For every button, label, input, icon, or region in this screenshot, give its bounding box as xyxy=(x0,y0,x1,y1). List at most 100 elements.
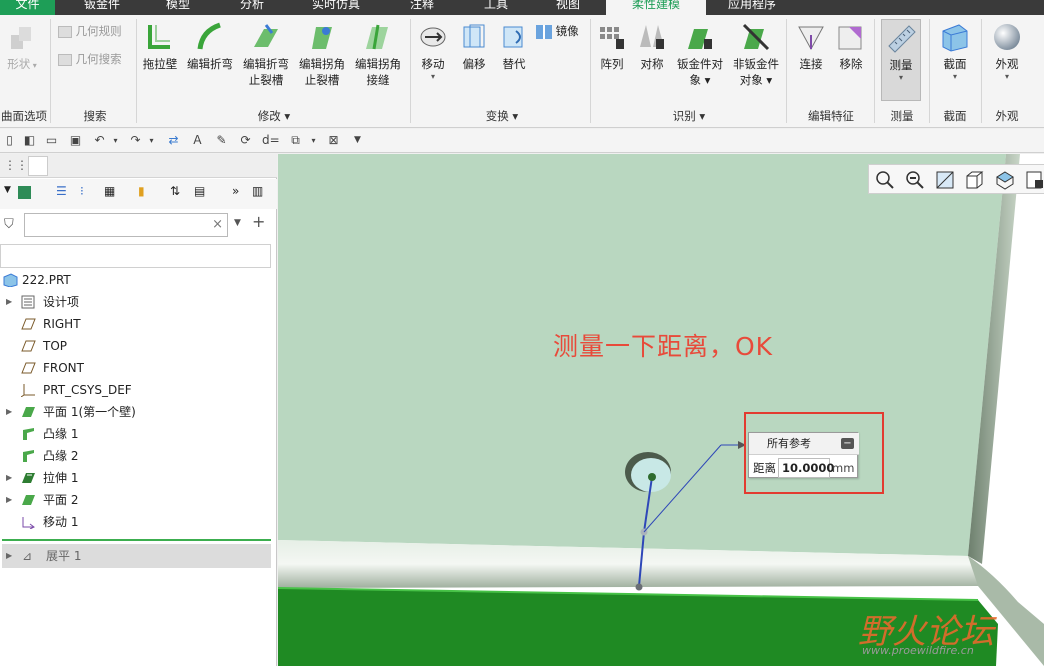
save-icon[interactable]: ▣ xyxy=(68,133,83,148)
tree-item-design-items[interactable]: ▶ 设计项 xyxy=(0,291,277,313)
edit-corner-relief-button[interactable]: 编辑拐角 止裂槽 xyxy=(296,21,348,88)
clear-search-icon[interactable]: × xyxy=(212,217,223,232)
part-display-icon[interactable] xyxy=(18,186,31,199)
move-button[interactable]: 移动 ▾ xyxy=(414,21,452,82)
undo-icon[interactable]: ↶ xyxy=(92,133,107,148)
tree-filter-list-icon[interactable]: ⁝ xyxy=(80,184,84,198)
expand-arrow-icon[interactable]: ▶ xyxy=(6,401,12,423)
tree-item-plane-2[interactable]: ▶ 平面 2 xyxy=(0,489,277,511)
tab-flexible-modeling[interactable]: 柔性建模 xyxy=(606,0,706,15)
sort-filter-icon[interactable]: ⇅ xyxy=(170,184,180,198)
view-manager-icon[interactable] xyxy=(1025,170,1044,190)
tab-model-tree-icon[interactable]: ⋮⋮ xyxy=(4,158,28,172)
insert-here-marker[interactable] xyxy=(2,539,271,541)
more-icon[interactable]: » xyxy=(232,184,239,198)
expand-arrow-icon[interactable]: ▶ xyxy=(6,467,12,489)
relations-icon[interactable]: d= xyxy=(262,133,280,148)
geometry-search-button[interactable]: 几何搜索 xyxy=(58,51,122,67)
geometry-rule-button[interactable]: 几何规则 xyxy=(58,23,122,39)
tree-item-front-plane[interactable]: FRONT xyxy=(0,357,277,379)
edit-corner-seam-button[interactable]: 编辑拐角 接缝 xyxy=(352,21,404,88)
offset-button[interactable]: 偏移 xyxy=(456,21,492,72)
customize-qat-icon[interactable]: ▼ xyxy=(350,133,365,148)
shape-button[interactable]: 形状 ▾ xyxy=(2,21,42,74)
expand-arrow-icon[interactable]: ▶ xyxy=(6,489,12,511)
tree-item-flange-1[interactable]: 凸缘 1 xyxy=(0,423,277,445)
group-label-recognize[interactable]: 识别 ▾ xyxy=(594,108,784,124)
tab-file[interactable]: 文件 xyxy=(0,0,55,15)
tree-item-extrude-1[interactable]: ▶ 拉伸 1 xyxy=(0,467,277,489)
symmetry-button[interactable]: 对称 xyxy=(634,21,670,72)
tree-item-plane-1[interactable]: ▶ 平面 1(第一个壁) xyxy=(0,401,277,423)
tree-item-right-plane[interactable]: RIGHT xyxy=(0,313,277,335)
tab-view[interactable]: 视图 xyxy=(550,0,586,15)
edit-bend-button[interactable]: 编辑折弯 xyxy=(184,21,236,72)
windows-dropdown-icon[interactable]: ▾ xyxy=(306,133,321,148)
expand-arrow-icon[interactable]: ▶ xyxy=(6,544,12,568)
tab-sheetmetal[interactable]: 钣金件 xyxy=(78,0,126,15)
expand-arrow-icon[interactable]: ▶ xyxy=(6,291,12,313)
connect-button[interactable]: 连接 xyxy=(794,21,828,72)
edit-icon[interactable]: ✎ xyxy=(214,133,229,148)
collapse-icon[interactable]: − xyxy=(841,438,854,449)
open-file-icon[interactable]: ◧ xyxy=(22,133,37,148)
text-icon[interactable]: Ａ xyxy=(190,133,205,148)
pull-wall-button[interactable]: 拖拉壁 xyxy=(140,21,180,72)
folder-icon[interactable]: ▭ xyxy=(44,133,59,148)
tree-item-flange-2[interactable]: 凸缘 2 xyxy=(0,445,277,467)
view-toolbar xyxy=(868,164,1044,194)
tree-item-csys[interactable]: PRT_CSYS_DEF xyxy=(0,379,277,401)
tab-annotate[interactable]: 注释 xyxy=(404,0,440,15)
regenerate-icon[interactable]: ⇄ xyxy=(166,133,181,148)
tab-model[interactable]: 模型 xyxy=(160,0,196,15)
group-label-transform[interactable]: 变换 ▾ xyxy=(414,108,590,124)
new-file-icon[interactable]: ▯ xyxy=(2,133,17,148)
filter-icon[interactable]: ⛉ xyxy=(4,217,14,232)
measure-result-box[interactable]: 所有参考 − 距离 10.0000mm xyxy=(748,432,859,478)
appearance-button[interactable]: 外观 ▾ xyxy=(988,21,1026,82)
table-icon[interactable]: ▦ xyxy=(104,184,115,198)
tree-root-part[interactable]: 222.PRT xyxy=(0,269,277,291)
pattern-button[interactable]: 阵列 xyxy=(594,21,630,72)
tab-analysis[interactable]: 分析 xyxy=(234,0,270,15)
tab-tools[interactable]: 工具 xyxy=(478,0,514,15)
section-button[interactable]: 截面 ▾ xyxy=(936,21,974,82)
edit-corner-seam-icon xyxy=(366,24,388,50)
rebuild-icon[interactable]: ⟳ xyxy=(238,133,253,148)
zoom-in-icon[interactable] xyxy=(935,170,955,190)
group-label-modify[interactable]: 修改 ▾ xyxy=(140,108,408,124)
tab-folder-browser-icon[interactable] xyxy=(28,156,48,176)
settings-icon[interactable]: ▥ xyxy=(252,184,263,198)
replace-button[interactable]: 替代 xyxy=(496,21,532,72)
tree-list-icon[interactable]: ☰ xyxy=(56,184,67,198)
sheetmetal-wall-icon xyxy=(22,495,35,505)
tree-columns-icon[interactable]: ▤ xyxy=(194,184,205,198)
tree-item-top-plane[interactable]: TOP xyxy=(0,335,277,357)
display-style-icon[interactable] xyxy=(965,170,985,190)
refit-icon[interactable] xyxy=(875,170,895,190)
add-filter-icon[interactable]: + xyxy=(252,212,265,231)
mirror-button[interactable]: 镜像 xyxy=(536,23,579,39)
tree-item-flatten-1[interactable]: ▶ ⊿ 展平 1 xyxy=(2,544,271,568)
tree-item-move-1[interactable]: 移动 1 xyxy=(0,511,277,533)
measure-button[interactable]: 测量 ▾ xyxy=(881,19,921,101)
zoom-out-icon[interactable] xyxy=(905,170,925,190)
model-tree-search-input[interactable]: × xyxy=(24,213,228,237)
display-dropdown-icon[interactable]: ▼ xyxy=(4,185,11,195)
close-window-icon[interactable]: ⊠ xyxy=(326,133,341,148)
sheetmetal-object-button[interactable]: 钣金件对 象 ▾ xyxy=(674,21,726,88)
tab-realtime-sim[interactable]: 实时仿真 xyxy=(306,0,366,15)
non-sheetmetal-object-button[interactable]: 非钣金件 对象 ▾ xyxy=(730,21,782,88)
redo-icon[interactable]: ↷ xyxy=(128,133,143,148)
insert-here-icon[interactable]: ▮ xyxy=(138,184,145,198)
undo-dropdown-icon[interactable]: ▾ xyxy=(108,133,123,148)
tab-applications[interactable]: 应用程序 xyxy=(722,0,782,15)
distance-value[interactable]: 10.0000 xyxy=(778,458,834,478)
graphics-viewport[interactable]: 测量一下距离，OK 所有参考 − 距离 10.0000mm 野火论坛 www.pr… xyxy=(278,154,1044,666)
redo-dropdown-icon[interactable]: ▾ xyxy=(144,133,159,148)
windows-icon[interactable]: ⧉ xyxy=(288,133,303,148)
remove-button[interactable]: 移除 xyxy=(834,21,868,72)
saved-views-icon[interactable] xyxy=(995,170,1015,190)
search-dropdown-icon[interactable]: ▼ xyxy=(234,218,241,228)
edit-bend-relief-button[interactable]: 编辑折弯 止裂槽 xyxy=(240,21,292,88)
